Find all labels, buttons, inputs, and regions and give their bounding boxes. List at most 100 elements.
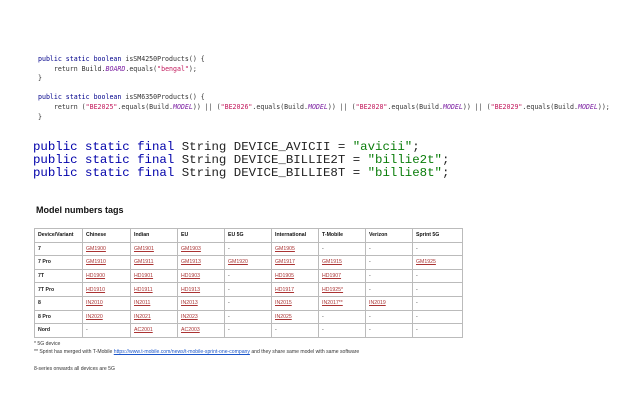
column-header: Indian xyxy=(130,228,178,243)
empty-cell: - xyxy=(365,309,413,325)
model-number-link[interactable]: HD1905 xyxy=(275,273,294,279)
model-number-link[interactable]: GM1903 xyxy=(181,246,201,252)
model-number-cell: GM1905 xyxy=(271,241,319,257)
device-variant-cell: 7T xyxy=(34,268,83,284)
model-number-cell: GM1900 xyxy=(82,241,131,257)
code-line: public static final String DEVICE_BILLIE… xyxy=(33,166,450,180)
code-line: } xyxy=(38,112,42,121)
model-number-link[interactable]: AC2003 xyxy=(181,327,200,333)
empty-cell: - xyxy=(412,323,463,338)
model-number-cell: HD1905 xyxy=(271,268,319,284)
model-number-cell: IN2017** xyxy=(318,295,366,311)
model-number-link[interactable]: IN2019 xyxy=(369,300,386,306)
model-number-link[interactable]: IN2017** xyxy=(322,300,343,306)
empty-cell: - xyxy=(224,323,272,338)
model-number-link[interactable]: HD1903 xyxy=(181,273,200,279)
model-number-link[interactable]: IN2021 xyxy=(134,314,151,320)
model-number-link[interactable]: HD1917 xyxy=(275,287,294,293)
model-number-link[interactable]: IN2015 xyxy=(275,300,292,306)
model-number-link[interactable]: HD1907 xyxy=(322,273,341,279)
section-heading: Model numbers tags xyxy=(36,205,124,215)
model-number-cell: HD1903 xyxy=(177,268,225,284)
model-number-cell: GM1917 xyxy=(271,255,319,270)
column-header: T-Mobile xyxy=(318,228,366,243)
model-number-link[interactable]: IN2025 xyxy=(275,314,292,320)
device-variant-cell: Nord xyxy=(34,323,83,338)
table-row: 7 GM1900 GM1901 GM1903- GM1905- - - xyxy=(34,241,463,257)
tmobile-sprint-link[interactable]: https://www.t-mobile.com/news/t-mobile-s… xyxy=(114,349,250,355)
column-header: Device/Variant xyxy=(34,228,83,243)
device-variant-cell: 7 Pro xyxy=(34,255,83,270)
empty-cell: - xyxy=(318,309,366,325)
empty-cell: - xyxy=(365,241,413,257)
column-header: Verizon xyxy=(365,228,413,243)
model-number-cell: GM1911 xyxy=(130,255,178,270)
model-number-cell: HD1925* xyxy=(318,282,366,297)
column-header: EU xyxy=(177,228,225,243)
column-header: Sprint 5G xyxy=(412,228,463,243)
model-number-link[interactable]: IN2023 xyxy=(181,314,198,320)
model-number-link[interactable]: HD1900 xyxy=(86,273,105,279)
model-number-link[interactable]: GM1910 xyxy=(86,259,106,265)
code-line: public static final String DEVICE_BILLIE… xyxy=(33,153,450,167)
code-line: public static boolean isSM6350Products()… xyxy=(38,93,205,102)
model-number-link[interactable]: HD1913 xyxy=(181,287,200,293)
model-number-link[interactable]: IN2010 xyxy=(86,300,103,306)
model-number-cell: HD1913 xyxy=(177,282,225,297)
model-number-link[interactable]: GM1905 xyxy=(275,246,295,252)
footnote-sprint: ** Sprint has merged with T-Mobile https… xyxy=(34,349,360,355)
code-line: return Build.BOARD.equals("bengal"); xyxy=(38,64,197,73)
empty-cell: - xyxy=(412,241,463,257)
column-header: Chinese xyxy=(82,228,131,243)
model-number-cell: AC2001 xyxy=(130,323,178,338)
model-number-cell: GM1903 xyxy=(177,241,225,257)
model-number-cell: IN2023 xyxy=(177,309,225,325)
model-number-link[interactable]: GM1925 xyxy=(416,259,436,265)
empty-cell: - xyxy=(224,241,272,257)
model-number-link[interactable]: AC2001 xyxy=(134,327,153,333)
column-header: EU 5G xyxy=(224,228,272,243)
model-number-link[interactable]: GM1920 xyxy=(228,259,248,265)
model-number-cell: IN2025 xyxy=(271,309,319,325)
model-number-link[interactable]: IN2013 xyxy=(181,300,198,306)
model-number-link[interactable]: HD1901 xyxy=(134,273,153,279)
model-number-link[interactable]: HD1911 xyxy=(134,287,153,293)
model-number-link[interactable]: GM1913 xyxy=(181,259,201,265)
model-number-cell: GM1920 xyxy=(224,255,272,270)
model-number-cell: IN2021 xyxy=(130,309,178,325)
model-number-link[interactable]: GM1901 xyxy=(134,246,154,252)
empty-cell: - xyxy=(365,282,413,297)
code-line: return ("BE2025".equals(Build.MODEL)) ||… xyxy=(38,102,610,111)
model-number-cell: IN2013 xyxy=(177,295,225,311)
model-number-cell: IN2011 xyxy=(130,295,178,311)
model-number-link[interactable]: HD1910 xyxy=(86,287,105,293)
model-number-link[interactable]: GM1917 xyxy=(275,259,295,265)
model-number-cell: GM1915 xyxy=(318,255,366,270)
model-number-cell: GM1925 xyxy=(412,255,463,270)
model-number-link[interactable]: HD1925* xyxy=(322,287,343,293)
empty-cell: - xyxy=(365,268,413,284)
model-number-link[interactable]: IN2020 xyxy=(86,314,103,320)
table-row: Nord - AC2001 AC2003- - - - - xyxy=(34,323,463,338)
code-snippet-top: public static boolean isSM4250Products()… xyxy=(38,55,610,122)
empty-cell: - xyxy=(271,323,319,338)
model-number-link[interactable]: GM1915 xyxy=(322,259,342,265)
model-number-cell: IN2015 xyxy=(271,295,319,311)
empty-cell: - xyxy=(412,295,463,311)
model-number-cell: GM1901 xyxy=(130,241,178,257)
empty-cell: - xyxy=(412,268,463,284)
table-row: 7 Pro GM1910 GM1911 GM1913 GM1920 GM1917 GM191… xyxy=(34,255,463,270)
empty-cell: - xyxy=(224,295,272,311)
model-number-link[interactable]: GM1900 xyxy=(86,246,106,252)
model-numbers-table: Device/Variant Chinese Indian EU EU 5G I… xyxy=(34,228,463,338)
model-number-cell: AC2003 xyxy=(177,323,225,338)
footnote-5g-series: 8-series onwards all devices are 5G xyxy=(34,366,115,372)
model-number-link[interactable]: GM1911 xyxy=(134,259,154,265)
code-line: public static final String DEVICE_AVICII… xyxy=(33,140,420,154)
model-number-link[interactable]: IN2011 xyxy=(134,300,150,306)
model-number-cell: HD1917 xyxy=(271,282,319,297)
device-variant-cell: 8 xyxy=(34,295,83,311)
code-line: public static boolean isSM4250Products()… xyxy=(38,55,205,63)
model-number-cell: IN2020 xyxy=(82,309,131,325)
model-number-cell: HD1900 xyxy=(82,268,131,284)
